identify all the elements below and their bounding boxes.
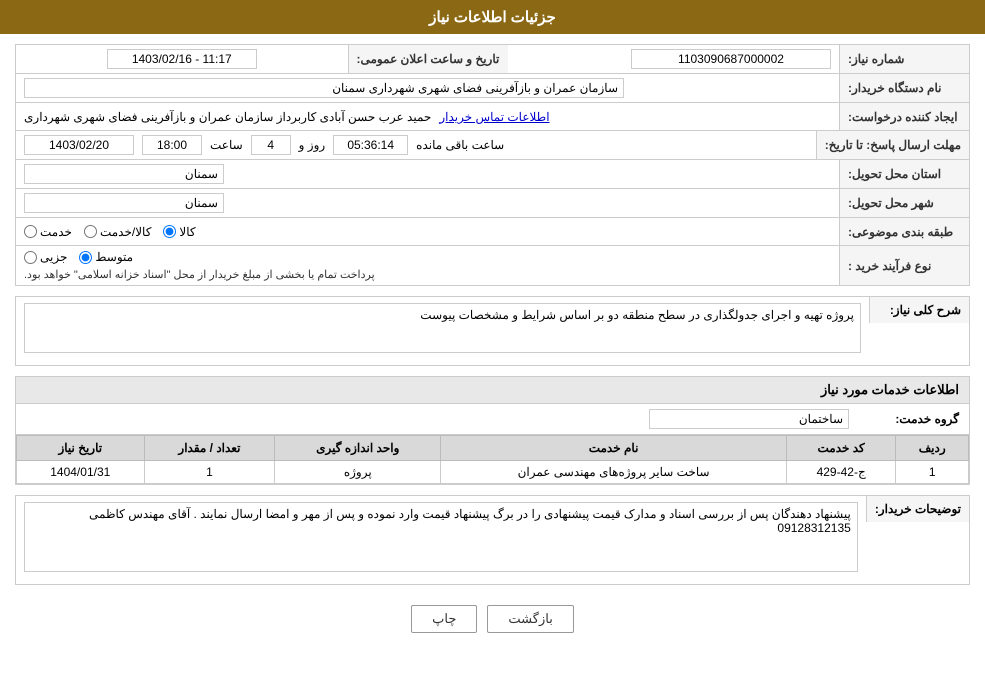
cell-unit: پروژه xyxy=(275,461,441,484)
countdown-label: ساعت باقی مانده xyxy=(416,138,504,152)
page-title: جزئیات اطلاعات نیاز xyxy=(429,9,556,26)
category-kala-khedmat-radio[interactable] xyxy=(84,225,97,238)
col-unit: واحد اندازه گیری xyxy=(275,436,441,461)
response-deadline-value: ساعت باقی مانده 05:36:14 روز و ساعت xyxy=(16,131,816,159)
announcement-label: تاریخ و ساعت اعلان عمومی: xyxy=(348,45,508,73)
cell-row: 1 xyxy=(896,461,969,484)
row-buyer-org: نام دستگاه خریدار: xyxy=(16,74,969,103)
service-table: ردیف کد خدمت نام خدمت واحد اندازه گیری ت… xyxy=(16,435,969,484)
buyer-notes-row: توضیحات خریدار: xyxy=(16,496,969,584)
service-group-value xyxy=(26,409,849,429)
purchase-middle-radio[interactable] xyxy=(79,251,92,264)
buyer-notes-box: توضیحات خریدار: xyxy=(15,495,970,585)
cell-quantity: 1 xyxy=(144,461,275,484)
need-number-label: شماره نیاز: xyxy=(839,45,969,73)
col-quantity: تعداد / مقدار xyxy=(144,436,275,461)
category-option-kala-khedmat[interactable]: کالا/خدمت xyxy=(84,225,151,239)
row-city: شهر محل تحویل: xyxy=(16,189,969,218)
category-kala-khedmat-label: کالا/خدمت xyxy=(100,225,151,239)
purchase-type-label: نوع فرآیند خرید : xyxy=(839,246,969,285)
response-deadline-label: مهلت ارسال پاسخ: تا تاریخ: xyxy=(816,131,969,159)
need-description-box: شرح کلی نیاز: xyxy=(15,296,970,366)
creator-contact-link[interactable]: اطلاعات تماس خریدار xyxy=(439,110,549,124)
province-input[interactable] xyxy=(24,164,224,184)
row-category: طبقه بندی موضوعی: کالا کالا/خدمت خدمت xyxy=(16,218,969,246)
row-purchase-type: نوع فرآیند خرید : متوسط جزیی پرداخت تمام… xyxy=(16,246,969,285)
category-options: کالا کالا/خدمت خدمت xyxy=(16,218,839,245)
category-label: طبقه بندی موضوعی: xyxy=(839,218,969,245)
announcement-value xyxy=(16,45,348,73)
city-label: شهر محل تحویل: xyxy=(839,189,969,217)
row-province: استان محل تحویل: xyxy=(16,160,969,189)
purchase-middle-label: متوسط xyxy=(95,250,133,264)
need-desc-row: شرح کلی نیاز: xyxy=(16,297,969,365)
service-group-row: گروه خدمت: xyxy=(16,404,969,435)
cell-name: ساخت سایر پروژه‌های مهندسی عمران xyxy=(441,461,787,484)
announcement-input[interactable] xyxy=(107,49,257,69)
need-number-input[interactable] xyxy=(631,49,831,69)
response-days-label: روز و xyxy=(299,138,326,152)
creator-value: اطلاعات تماس خریدار حمید عرب حسن آبادی ک… xyxy=(16,103,839,130)
purchase-option-partial[interactable]: جزیی xyxy=(24,250,67,264)
countdown-value: 05:36:14 xyxy=(333,135,408,155)
creator-name-text: حمید عرب حسن آبادی کاربرداز سازمان عمران… xyxy=(24,110,431,124)
category-option-khedmat[interactable]: خدمت xyxy=(24,225,72,239)
buyer-org-label: نام دستگاه خریدار: xyxy=(839,74,969,102)
info-section: شماره نیاز: تاریخ و ساعت اعلان عمومی: نا… xyxy=(15,44,970,286)
service-table-container: ردیف کد خدمت نام خدمت واحد اندازه گیری ت… xyxy=(16,435,969,484)
buyer-org-value xyxy=(16,74,839,102)
buyer-org-input[interactable] xyxy=(24,78,624,98)
need-desc-value xyxy=(16,297,869,365)
category-option-kala[interactable]: کالا xyxy=(163,225,195,239)
category-khedmat-radio[interactable] xyxy=(24,225,37,238)
col-date: تاریخ نیاز xyxy=(17,436,145,461)
purchase-partial-label: جزیی xyxy=(40,250,67,264)
col-row: ردیف xyxy=(896,436,969,461)
response-date-input[interactable] xyxy=(24,135,134,155)
response-days-input[interactable] xyxy=(251,135,291,155)
page-wrapper: جزئیات اطلاعات نیاز شماره نیاز: تاریخ و … xyxy=(0,0,985,691)
city-value xyxy=(16,189,839,217)
row-response-deadline: مهلت ارسال پاسخ: تا تاریخ: ساعت باقی مان… xyxy=(16,131,969,160)
need-number-value xyxy=(508,45,840,73)
service-section-title: اطلاعات خدمات مورد نیاز xyxy=(16,377,969,404)
page-header: جزئیات اطلاعات نیاز xyxy=(0,0,985,34)
table-row: 1ج-42-429ساخت سایر پروژه‌های مهندسی عمرا… xyxy=(17,461,969,484)
row-need-number: شماره نیاز: تاریخ و ساعت اعلان عمومی: xyxy=(16,45,969,74)
col-name: نام خدمت xyxy=(441,436,787,461)
category-khedmat-label: خدمت xyxy=(40,225,72,239)
province-value xyxy=(16,160,839,188)
col-code: کد خدمت xyxy=(786,436,895,461)
service-info-section: اطلاعات خدمات مورد نیاز گروه خدمت: ردیف … xyxy=(15,376,970,485)
buyer-notes-textarea[interactable] xyxy=(24,502,858,572)
city-input[interactable] xyxy=(24,193,224,213)
category-kala-label: کالا xyxy=(179,225,195,239)
creator-label: ایجاد کننده درخواست: xyxy=(839,103,969,130)
need-desc-textarea[interactable] xyxy=(24,303,861,353)
service-group-input[interactable] xyxy=(649,409,849,429)
need-desc-label: شرح کلی نیاز: xyxy=(869,297,969,323)
purchase-note-text: پرداخت تمام یا بخشی از مبلغ خریدار از مح… xyxy=(24,268,375,281)
row-creator: ایجاد کننده درخواست: اطلاعات تماس خریدار… xyxy=(16,103,969,131)
main-content: شماره نیاز: تاریخ و ساعت اعلان عمومی: نا… xyxy=(0,34,985,653)
cell-code: ج-42-429 xyxy=(786,461,895,484)
response-time-input[interactable] xyxy=(142,135,202,155)
print-button[interactable]: چاپ xyxy=(411,605,477,633)
service-group-label: گروه خدمت: xyxy=(849,412,959,426)
cell-date: 1404/01/31 xyxy=(17,461,145,484)
buyer-notes-value xyxy=(16,496,866,584)
purchase-partial-radio[interactable] xyxy=(24,251,37,264)
back-button[interactable]: بازگشت xyxy=(487,605,573,633)
table-header-row: ردیف کد خدمت نام خدمت واحد اندازه گیری ت… xyxy=(17,436,969,461)
button-row: بازگشت چاپ xyxy=(15,595,970,643)
buyer-notes-label: توضیحات خریدار: xyxy=(866,496,969,522)
response-time-label: ساعت xyxy=(210,138,243,152)
purchase-option-middle[interactable]: متوسط xyxy=(79,250,133,264)
purchase-type-value: متوسط جزیی پرداخت تمام یا بخشی از مبلغ خ… xyxy=(16,246,839,285)
category-kala-radio[interactable] xyxy=(163,225,176,238)
province-label: استان محل تحویل: xyxy=(839,160,969,188)
